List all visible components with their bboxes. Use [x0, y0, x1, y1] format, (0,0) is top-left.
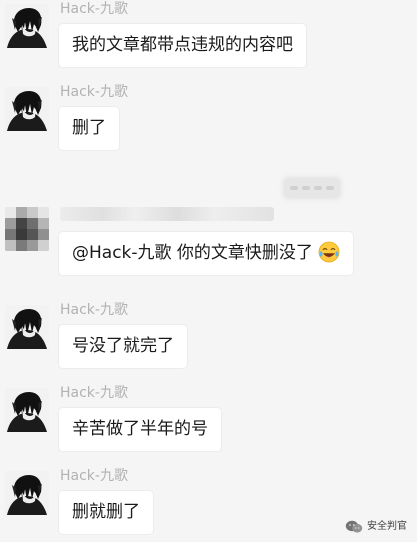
- avatar[interactable]: [5, 4, 49, 48]
- message-bubble[interactable]: 我的文章都带点违规的内容吧: [59, 24, 306, 67]
- message-text: 辛苦做了半年的号: [72, 419, 208, 439]
- message-bubble[interactable]: 号没了就完了: [59, 325, 187, 368]
- sender-name: Hack-九歌: [60, 385, 128, 401]
- avatar-image: [5, 388, 49, 432]
- watermark-text: 安全判官: [367, 521, 407, 532]
- blurred-timestamp: [284, 178, 340, 198]
- watermark: 安全判官: [345, 520, 407, 534]
- avatar-image: [5, 471, 49, 515]
- message-text: 删了: [72, 118, 106, 138]
- avatar[interactable]: [5, 388, 49, 432]
- message-bubble[interactable]: @Hack-九歌 你的文章快删没了: [59, 232, 353, 275]
- wechat-icon: [345, 520, 363, 533]
- avatar[interactable]: [5, 87, 49, 131]
- message-bubble[interactable]: 删就删了: [59, 491, 153, 534]
- blurred-avatar[interactable]: [5, 207, 49, 251]
- sender-name: Hack-九歌: [60, 302, 128, 318]
- avatar-image: [5, 305, 49, 349]
- message-text: 我的文章都带点违规的内容吧: [72, 35, 293, 55]
- blurred-avatar-image: [5, 207, 49, 251]
- message-bubble[interactable]: 辛苦做了半年的号: [59, 408, 221, 451]
- sender-name: Hack-九歌: [60, 1, 128, 17]
- chat-window: Hack-九歌 我的文章都带点违规的内容吧 Hack-九歌 删了 @Hack-九…: [0, 0, 417, 542]
- sender-name: Hack-九歌: [60, 84, 128, 100]
- avatar-image: [5, 4, 49, 48]
- blurred-sender-name: [60, 207, 274, 221]
- avatar[interactable]: [5, 305, 49, 349]
- tears-of-joy-emoji: [318, 241, 340, 263]
- message-text: 号没了就完了: [72, 336, 174, 356]
- avatar[interactable]: [5, 471, 49, 515]
- avatar-image: [5, 87, 49, 131]
- message-text: @Hack-九歌 你的文章快删没了: [72, 243, 313, 263]
- message-bubble[interactable]: 删了: [59, 107, 119, 150]
- message-text: 删就删了: [72, 502, 140, 522]
- sender-name: Hack-九歌: [60, 468, 128, 484]
